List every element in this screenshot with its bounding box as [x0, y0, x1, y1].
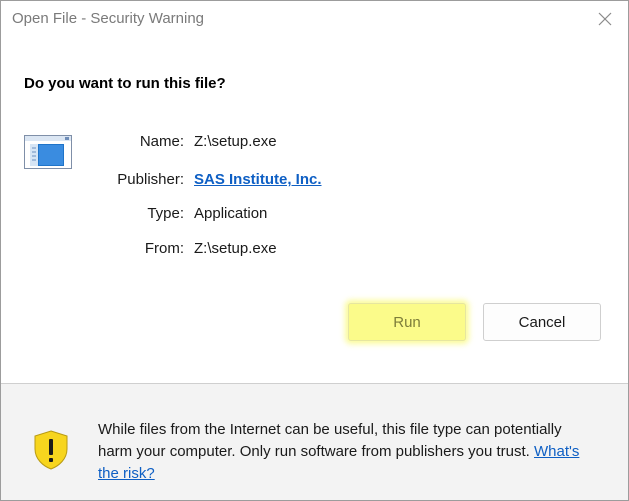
- name-value: Z:\setup.exe: [194, 133, 277, 150]
- window-title: Open File - Security Warning: [12, 10, 205, 27]
- warning-message: While files from the Internet can be use…: [98, 419, 598, 485]
- run-button[interactable]: Run: [348, 303, 466, 341]
- from-label: From:: [144, 240, 184, 257]
- close-button[interactable]: [590, 4, 620, 34]
- cancel-button[interactable]: Cancel: [483, 303, 601, 341]
- close-icon: [598, 12, 612, 26]
- prompt-heading: Do you want to run this file?: [24, 75, 226, 92]
- warning-shield-icon: [34, 430, 68, 470]
- from-value: Z:\setup.exe: [194, 240, 277, 257]
- security-warning-dialog: Open File - Security Warning Do you want…: [0, 0, 629, 501]
- type-value: Application: [194, 205, 268, 222]
- publisher-link[interactable]: SAS Institute, Inc.: [194, 171, 322, 188]
- title-bar: Open File - Security Warning: [1, 1, 628, 39]
- warning-footer: While files from the Internet can be use…: [1, 384, 628, 500]
- warning-text: While files from the Internet can be use…: [98, 421, 562, 460]
- type-label: Type:: [147, 205, 184, 222]
- name-label: Name:: [139, 133, 184, 150]
- publisher-label: Publisher:: [117, 171, 184, 188]
